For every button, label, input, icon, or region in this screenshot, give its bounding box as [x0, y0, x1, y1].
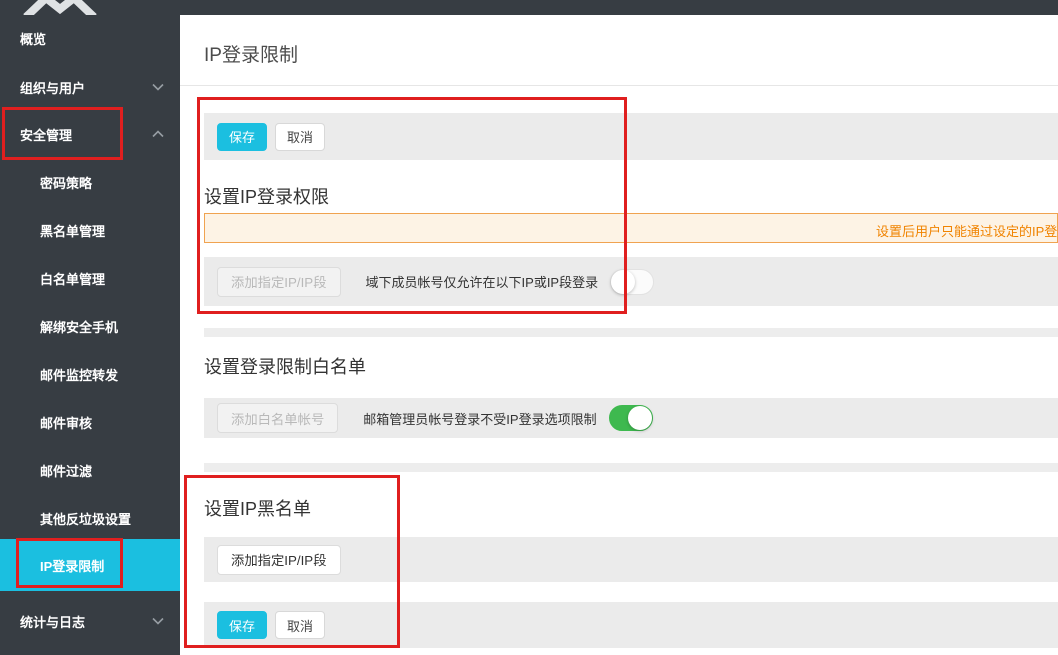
sidebar-item-label: 其他反垃圾设置: [40, 509, 131, 528]
notice-text: 设置后用户只能通过设定的IP登录: [876, 221, 1058, 240]
sidebar-item-label: 统计与日志: [20, 612, 85, 631]
sidebar-item-label: 组织与用户: [20, 78, 85, 97]
sidebar-item-label: 邮件审核: [40, 413, 92, 432]
admin-exempt-toggle[interactable]: [609, 405, 653, 431]
page-title: IP登录限制: [204, 40, 298, 67]
whitelist-row: 添加白名单帐号 邮箱管理员帐号登录不受IP登录选项限制: [204, 398, 1058, 438]
notice-bar: 设置后用户只能通过设定的IP登录: [204, 213, 1058, 243]
sidebar-item-password-policy[interactable]: 密码策略: [0, 168, 180, 196]
chevron-down-icon: [152, 617, 164, 625]
ip-permission-toggle-label: 域下成员帐号仅允许在以下IP或IP段登录: [366, 272, 599, 291]
sidebar-item-label: 解绑安全手机: [40, 317, 118, 336]
member-ip-restriction-toggle[interactable]: [610, 269, 654, 295]
toggle-knob: [611, 270, 635, 294]
save-button-top[interactable]: 保存: [217, 123, 267, 151]
sidebar-item-label: 邮件过滤: [40, 461, 92, 480]
cancel-button-bottom[interactable]: 取消: [275, 611, 325, 639]
sidebar-item-org-users[interactable]: 组织与用户: [0, 73, 180, 101]
ip-permission-row: 添加指定IP/IP段 域下成员帐号仅允许在以下IP或IP段登录: [204, 257, 1058, 306]
sidebar-item-whitelist-mgmt[interactable]: 白名单管理: [0, 264, 180, 292]
blacklist-add-row: 添加指定IP/IP段: [204, 537, 1058, 582]
sidebar-item-security[interactable]: 安全管理: [0, 120, 180, 148]
add-ip-range-button-disabled: 添加指定IP/IP段: [217, 267, 341, 297]
add-blacklist-ip-range-button[interactable]: 添加指定IP/IP段: [217, 545, 341, 575]
sidebar-item-unbind-phone[interactable]: 解绑安全手机: [0, 312, 180, 340]
sidebar-item-mail-audit[interactable]: 邮件审核: [0, 408, 180, 436]
sidebar-item-label: 黑名单管理: [40, 221, 105, 240]
logo-icon: [22, 0, 98, 15]
sidebar-item-label: 安全管理: [20, 125, 72, 144]
sidebar-item-mail-filter[interactable]: 邮件过滤: [0, 456, 180, 484]
section-heading-ip-permission: 设置IP登录权限: [204, 183, 329, 209]
sidebar-item-ip-login-restriction[interactable]: IP登录限制: [0, 539, 180, 591]
section-separator: [204, 328, 1058, 337]
chevron-down-icon: [152, 83, 164, 91]
top-toolbar: 保存 取消: [204, 113, 1058, 160]
sidebar-item-stats-logs[interactable]: 统计与日志: [0, 607, 180, 635]
add-whitelist-account-button-disabled: 添加白名单帐号: [217, 403, 338, 433]
section-heading-blacklist: 设置IP黑名单: [204, 495, 311, 521]
chevron-up-icon: [152, 130, 164, 138]
top-bar: [180, 0, 1058, 15]
blacklist-toolbar: 保存 取消: [204, 602, 1058, 648]
sidebar-item-overview[interactable]: 概览: [0, 24, 180, 52]
sidebar-item-label: 密码策略: [40, 173, 92, 192]
section-heading-whitelist: 设置登录限制白名单: [204, 353, 366, 379]
whitelist-toggle-label: 邮箱管理员帐号登录不受IP登录选项限制: [363, 409, 596, 428]
divider: [180, 85, 1058, 86]
sidebar-item-mail-monitor-forward[interactable]: 邮件监控转发: [0, 360, 180, 388]
app-logo-partial: [22, 0, 98, 15]
toggle-knob: [628, 406, 652, 430]
sidebar-item-label: 白名单管理: [40, 269, 105, 288]
sidebar-item-blacklist-mgmt[interactable]: 黑名单管理: [0, 216, 180, 244]
section-separator: [204, 463, 1058, 472]
sidebar-item-label: 邮件监控转发: [40, 365, 118, 384]
sidebar-item-label: IP登录限制: [40, 556, 104, 575]
cancel-button-top[interactable]: 取消: [275, 123, 325, 151]
sidebar-item-label: 概览: [20, 29, 46, 48]
sidebar-item-other-antispam[interactable]: 其他反垃圾设置: [0, 504, 180, 532]
sidebar: 概览 组织与用户 安全管理 密码策略 黑名单管理 白名单管理 解绑安全手机 邮件…: [0, 0, 180, 655]
save-button-bottom[interactable]: 保存: [217, 611, 267, 639]
